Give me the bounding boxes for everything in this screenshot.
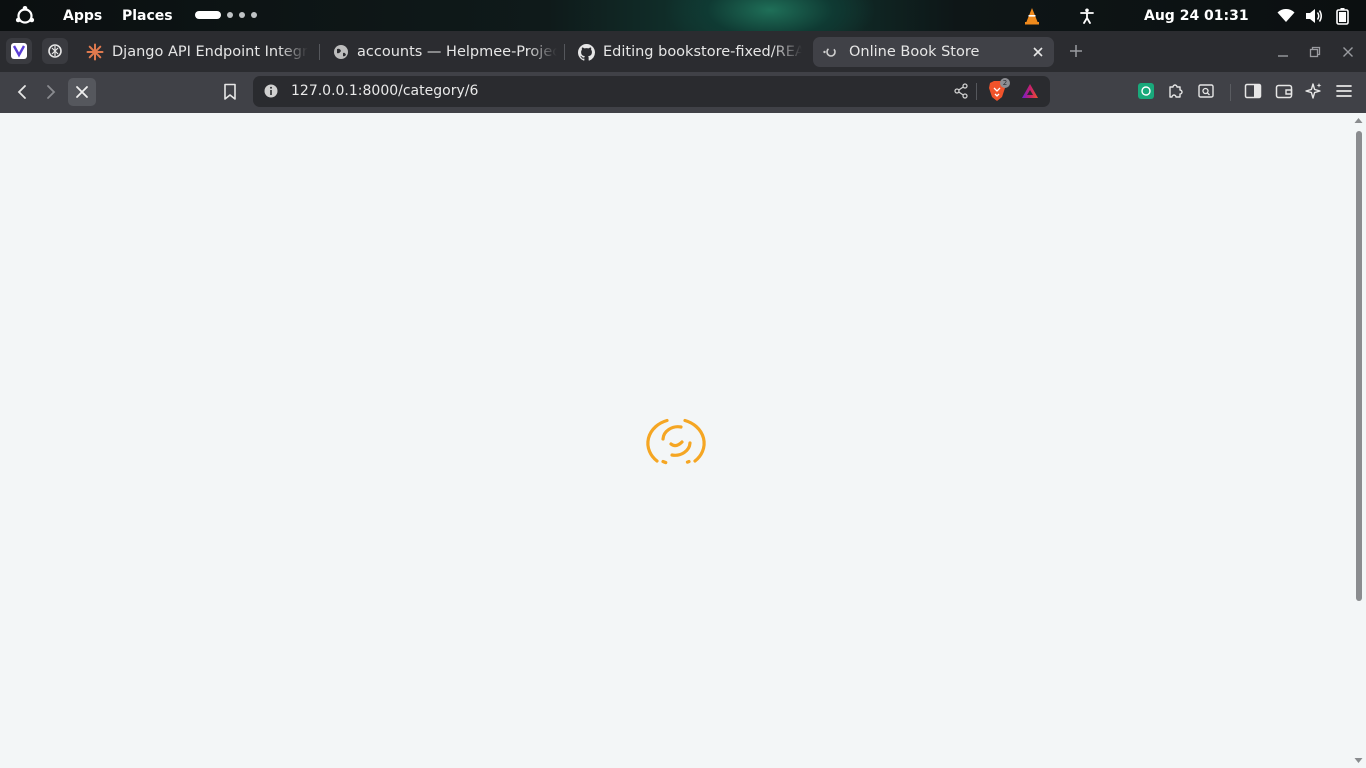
back-button[interactable]	[8, 78, 36, 106]
ubuntu-logo-icon	[15, 5, 35, 24]
brave-shields-button[interactable]: 2	[986, 78, 1010, 102]
battery-icon[interactable]	[1335, 0, 1351, 31]
tab-strip: Django API Endpoint Integr accounts — He…	[0, 31, 1366, 72]
minimize-icon	[1278, 55, 1288, 57]
workspace-active[interactable]	[195, 11, 221, 19]
stop-icon	[76, 86, 88, 98]
share-button[interactable]	[950, 80, 972, 102]
tab-title: accounts — Helpmee-Projec	[357, 44, 557, 60]
claude-icon	[86, 43, 104, 61]
tab-separator	[319, 44, 320, 60]
forward-arrow-icon	[47, 85, 56, 99]
address-bar-divider	[976, 83, 977, 100]
scroll-thumb[interactable]	[1356, 131, 1362, 601]
stop-loading-button[interactable]	[68, 78, 96, 106]
sidebar-icon	[1244, 83, 1262, 99]
leo-ai-button[interactable]	[1303, 80, 1325, 102]
back-arrow-icon	[17, 85, 26, 99]
chatgpt-extension-icon	[1138, 83, 1154, 99]
bookmark-icon	[224, 83, 236, 100]
activities-button[interactable]	[14, 0, 36, 31]
loading-icon	[823, 47, 836, 57]
tab-title: Django API Endpoint Integr	[112, 44, 308, 60]
shields-count-badge: 2	[1000, 78, 1010, 88]
scroll-down-arrow-icon	[1354, 758, 1363, 763]
apps-menu[interactable]: Apps	[63, 0, 102, 31]
loading-spinner-icon	[646, 418, 706, 465]
maximize-button[interactable]	[1304, 41, 1326, 63]
tab-github-editing[interactable]: Editing bookstore-fixed/REA	[578, 37, 802, 67]
tab-title: Online Book Store	[849, 44, 980, 60]
close-icon	[1343, 47, 1353, 57]
clock[interactable]: Aug 24 01:31	[1144, 0, 1249, 31]
accessibility-icon[interactable]	[1079, 0, 1095, 31]
globe-icon	[334, 45, 348, 59]
tab-online-book-store[interactable]: Online Book Store	[813, 37, 1054, 67]
pinned-tab-app[interactable]	[6, 38, 32, 64]
workspace-dot[interactable]	[227, 12, 233, 18]
system-top-bar: Apps Places Aug 24 01:31	[0, 0, 1366, 31]
tab-close-button[interactable]	[1030, 44, 1046, 60]
tab-title: Editing bookstore-fixed/REA	[603, 44, 802, 60]
extensions-button[interactable]	[1165, 80, 1187, 102]
rewards-triangle-icon	[1022, 84, 1038, 98]
chatgpt-extension-button[interactable]	[1135, 80, 1157, 102]
chatgpt-icon	[48, 44, 62, 58]
pinned-app-icon	[11, 43, 27, 59]
tab-accounts[interactable]: accounts — Helpmee-Projec	[333, 37, 557, 67]
tab-django-api[interactable]: Django API Endpoint Integr	[86, 37, 312, 67]
share-icon	[954, 83, 968, 99]
vertical-scrollbar[interactable]	[1351, 113, 1366, 768]
workspace-dot[interactable]	[251, 12, 257, 18]
vlc-tray-icon[interactable]	[1024, 0, 1040, 31]
toolbar-divider	[1230, 84, 1231, 101]
new-tab-button[interactable]	[1065, 40, 1087, 62]
volume-icon[interactable]	[1305, 0, 1323, 31]
sparkle-icon	[1305, 83, 1322, 99]
plus-icon	[1070, 45, 1082, 57]
wallet-icon	[1275, 84, 1293, 99]
brave-rewards-button[interactable]	[1019, 80, 1041, 102]
puzzle-icon	[1169, 84, 1183, 98]
browser-toolbar: 127.0.0.1:8000/category/6 2	[0, 72, 1366, 113]
info-icon	[264, 84, 278, 98]
places-menu[interactable]: Places	[122, 0, 173, 31]
screenshot-search-button[interactable]	[1195, 80, 1217, 102]
github-icon	[578, 43, 595, 61]
minimize-button[interactable]	[1272, 41, 1294, 63]
capture-search-icon	[1198, 84, 1214, 98]
sidebar-toggle-button[interactable]	[1242, 80, 1264, 102]
workspace-indicator[interactable]	[195, 11, 257, 19]
scroll-up-arrow-icon	[1354, 118, 1363, 123]
bookmark-button[interactable]	[219, 81, 241, 103]
close-icon	[1033, 47, 1043, 57]
close-window-button[interactable]	[1337, 41, 1359, 63]
site-info-button[interactable]	[260, 80, 282, 102]
restore-icon	[1309, 46, 1321, 58]
workspace-dot[interactable]	[239, 12, 245, 18]
hamburger-menu-icon	[1336, 85, 1352, 97]
forward-button[interactable]	[37, 78, 65, 106]
wifi-icon[interactable]	[1277, 0, 1295, 31]
main-menu-button[interactable]	[1333, 80, 1355, 102]
url-text[interactable]: 127.0.0.1:8000/category/6	[291, 76, 478, 107]
tab-separator	[564, 44, 565, 60]
pinned-tab-chatgpt[interactable]	[42, 38, 68, 64]
address-bar[interactable]: 127.0.0.1:8000/category/6 2	[253, 76, 1050, 107]
wallet-button[interactable]	[1273, 80, 1295, 102]
